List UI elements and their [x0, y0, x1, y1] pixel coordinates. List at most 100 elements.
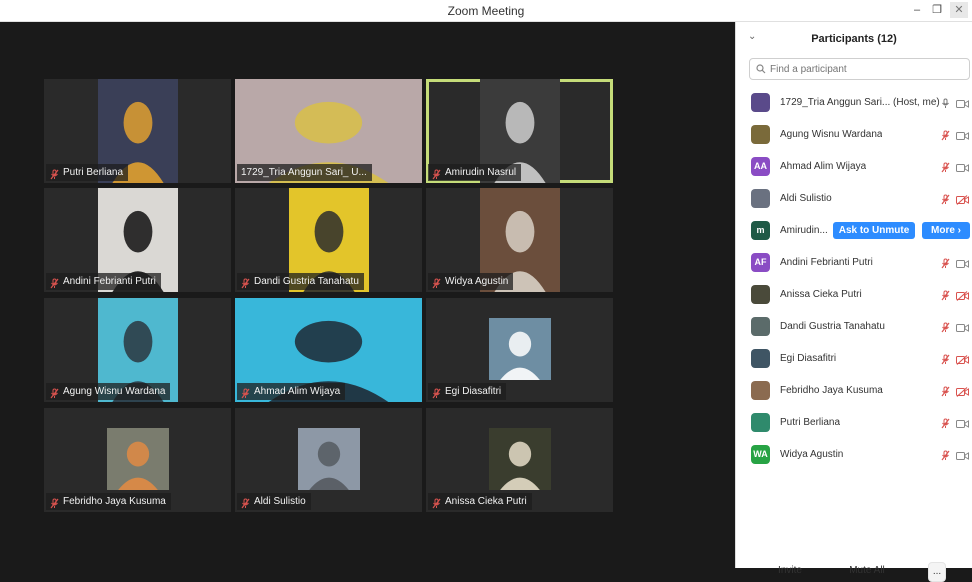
participant-search[interactable]: [749, 58, 970, 80]
video-tile[interactable]: Aldi Sulistio: [235, 408, 422, 512]
participant-status-icons: [941, 448, 969, 466]
participant-row[interactable]: Dandi Gustria Tanahatu: [736, 310, 972, 342]
mic-muted-icon: [241, 386, 250, 399]
video-tile[interactable]: Andini Febrianti Putri: [44, 188, 231, 292]
participant-list-name: Anissa Cieka Putri: [780, 288, 862, 300]
avatar: WA: [751, 444, 770, 464]
participant-name: Andini Febrianti Putri: [63, 276, 156, 287]
mic-muted-icon: [241, 276, 250, 289]
mic-muted-icon[interactable]: [941, 352, 950, 370]
participant-name: Aldi Sulistio: [254, 496, 306, 507]
mic-muted-icon: [50, 496, 59, 509]
video-off-icon[interactable]: [956, 352, 969, 370]
participant-list-name: Widya Agustin: [780, 448, 844, 460]
video-tile[interactable]: 1729_Tria Anggun Sari_ U...: [235, 79, 422, 183]
video-tile[interactable]: Putri Berliana: [44, 79, 231, 183]
participant-name: Putri Berliana: [63, 167, 124, 178]
mic-muted-icon: [432, 276, 441, 289]
video-tile[interactable]: Widya Agustin: [426, 188, 613, 292]
zoom-window: Zoom Meeting – ❐ ✕ Putri Berliana 1729_Tr…: [0, 0, 972, 582]
participants-panel: ⌄ Participants (12) 1729_Tria Anggun Sar…: [735, 22, 972, 582]
mic-muted-icon[interactable]: [941, 448, 950, 466]
video-icon[interactable]: [956, 416, 969, 434]
mic-muted-icon[interactable]: [941, 256, 950, 274]
participant-name: 1729_Tria Anggun Sari_ U...: [241, 167, 367, 178]
ask-to-unmute-button[interactable]: Ask to Unmute: [833, 222, 915, 239]
participant-row[interactable]: Aldi Sulistio: [736, 182, 972, 214]
avatar: [751, 380, 770, 400]
video-tile[interactable]: Ahmad Alim Wijaya: [235, 298, 422, 402]
video-icon[interactable]: [956, 128, 969, 146]
invite-button[interactable]: Invite: [775, 562, 805, 582]
participant-name: Ahmad Alim Wijaya: [254, 386, 341, 397]
mic-muted-icon[interactable]: [941, 384, 950, 402]
participants-header: ⌄ Participants (12): [736, 22, 972, 52]
participant-list-name: Putri Berliana: [780, 416, 841, 428]
participant-list-name: Agung Wisnu Wardana: [780, 128, 883, 140]
search-input[interactable]: [770, 63, 960, 75]
participant-nameplate: Amirudin Nasrul: [428, 164, 522, 181]
participant-nameplate: Febridho Jaya Kusuma: [46, 493, 171, 510]
video-tile[interactable]: Agung Wisnu Wardana: [44, 298, 231, 402]
participant-name: Anissa Cieka Putri: [445, 496, 527, 507]
video-icon[interactable]: [956, 256, 969, 274]
video-off-icon[interactable]: [956, 384, 969, 402]
video-off-icon[interactable]: [956, 288, 969, 306]
participant-list-name: Amirudin...: [780, 224, 828, 236]
participant-row[interactable]: Febridho Jaya Kusuma: [736, 374, 972, 406]
participant-name: Agung Wisnu Wardana: [63, 386, 166, 397]
participant-nameplate: Putri Berliana: [46, 164, 129, 181]
video-tile[interactable]: Anissa Cieka Putri: [426, 408, 613, 512]
participant-row[interactable]: WA Widya Agustin: [736, 438, 972, 470]
mic-muted-icon[interactable]: [941, 192, 950, 210]
participant-nameplate: Andini Febrianti Putri: [46, 273, 161, 290]
avatar: [751, 316, 770, 336]
video-tile[interactable]: Amirudin Nasrul: [426, 79, 613, 183]
participant-row[interactable]: m Amirudin... Ask to Unmute More ›: [736, 214, 972, 246]
mute-all-button[interactable]: Mute All: [843, 562, 891, 582]
video-icon[interactable]: [956, 320, 969, 338]
video-icon[interactable]: [956, 96, 969, 114]
participant-status-icons: [941, 256, 969, 274]
more-button[interactable]: More ›: [922, 222, 970, 239]
video-icon[interactable]: [956, 160, 969, 178]
avatar: AF: [751, 252, 770, 272]
mic-icon[interactable]: [941, 96, 950, 114]
minimize-button[interactable]: –: [908, 2, 926, 18]
avatar: [751, 412, 770, 432]
participant-nameplate: Agung Wisnu Wardana: [46, 383, 171, 400]
participant-status-icons: [941, 192, 969, 210]
participant-row[interactable]: Agung Wisnu Wardana: [736, 118, 972, 150]
mic-muted-icon: [241, 496, 250, 509]
participant-row[interactable]: Putri Berliana: [736, 406, 972, 438]
participant-row[interactable]: 1729_Tria Anggun Sari... (Host, me): [736, 86, 972, 118]
participant-status-icons: [941, 416, 969, 434]
participant-nameplate: 1729_Tria Anggun Sari_ U...: [237, 164, 372, 181]
participant-list-name: Dandi Gustria Tanahatu: [780, 320, 885, 332]
restore-button[interactable]: ❐: [928, 2, 946, 18]
participant-row[interactable]: AA Ahmad Alim Wijaya: [736, 150, 972, 182]
mic-muted-icon: [50, 386, 59, 399]
participant-name: Dandi Gustria Tanahatu: [254, 276, 359, 287]
participant-row[interactable]: Anissa Cieka Putri: [736, 278, 972, 310]
gallery-view: Putri Berliana 1729_Tria Anggun Sari_ U..…: [0, 22, 735, 568]
more-options-button[interactable]: ...: [928, 562, 946, 582]
video-tile[interactable]: Egi Diasafitri: [426, 298, 613, 402]
video-tile[interactable]: Dandi Gustria Tanahatu: [235, 188, 422, 292]
mic-muted-icon[interactable]: [941, 416, 950, 434]
avatar: m: [751, 220, 770, 240]
title-bar: Zoom Meeting – ❐ ✕: [0, 0, 972, 22]
video-tile[interactable]: Febridho Jaya Kusuma: [44, 408, 231, 512]
participant-video: [297, 428, 360, 490]
mic-muted-icon[interactable]: [941, 320, 950, 338]
participant-video: [488, 318, 551, 380]
mic-muted-icon[interactable]: [941, 288, 950, 306]
close-button[interactable]: ✕: [950, 2, 968, 18]
mic-muted-icon[interactable]: [941, 128, 950, 146]
avatar: [751, 92, 770, 112]
participant-row[interactable]: Egi Diasafitri: [736, 342, 972, 374]
video-off-icon[interactable]: [956, 192, 969, 210]
video-icon[interactable]: [956, 448, 969, 466]
participant-row[interactable]: AF Andini Febrianti Putri: [736, 246, 972, 278]
mic-muted-icon[interactable]: [941, 160, 950, 178]
